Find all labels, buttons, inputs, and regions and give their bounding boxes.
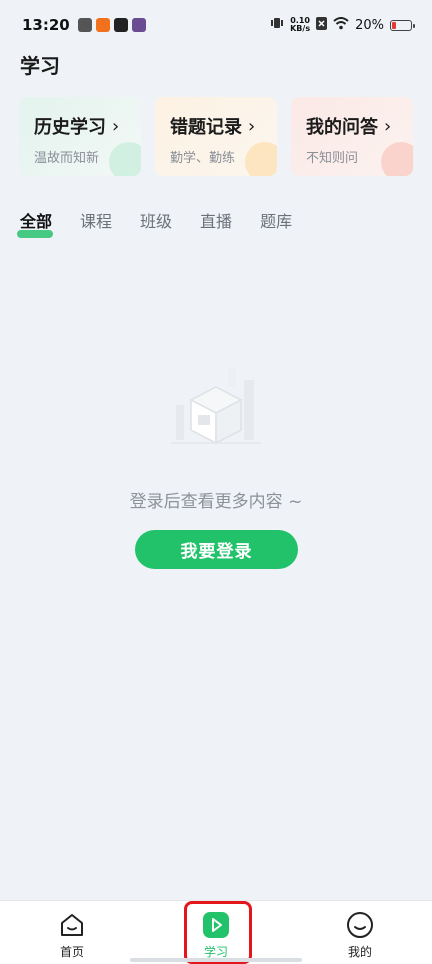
status-bar: 13:20 0.10 KB/s 20%: [0, 0, 432, 50]
play-icon: [203, 912, 229, 938]
history-study-card[interactable]: 历史学习 › 温故而知新: [19, 97, 141, 176]
status-right: 0.10 KB/s 20%: [270, 16, 415, 34]
tab-label: 课程: [80, 212, 113, 231]
status-time: 13:20: [22, 16, 70, 34]
login-button[interactable]: 我要登录: [135, 530, 298, 569]
clock-icon: [109, 142, 141, 176]
battery-percent: 20%: [355, 17, 384, 33]
app-notification-icon: [131, 18, 146, 32]
home-indicator: [130, 958, 302, 962]
shortcut-cards: 历史学习 › 温故而知新 错题记录 › 勤学、勤练 我的问答 › 不知则问: [19, 97, 432, 177]
nav-item-home[interactable]: 首页: [0, 901, 144, 964]
profile-icon: [347, 912, 373, 938]
tab-label: 全部: [20, 212, 53, 231]
page-title: 学习: [20, 54, 60, 78]
tab-question-bank[interactable]: 题库: [260, 208, 292, 234]
tab-active-indicator: [17, 230, 53, 238]
tab-label: 题库: [260, 212, 293, 231]
card-title: 错题记录 ›: [170, 113, 277, 139]
my-qa-card[interactable]: 我的问答 › 不知则问: [291, 97, 413, 176]
wrong-questions-card[interactable]: 错题记录 › 勤学、勤练: [155, 97, 277, 176]
card-title-text: 历史学习: [34, 117, 106, 138]
bottom-navigation: 首页 学习 我的: [0, 900, 432, 964]
app-notification-icon: [95, 18, 110, 32]
tab-live[interactable]: 直播: [200, 208, 232, 234]
app-notification-icon: [113, 18, 128, 32]
card-title: 历史学习 ›: [34, 113, 141, 139]
empty-state-message: 登录后查看更多内容 ~: [129, 492, 303, 512]
battery-icon: [390, 19, 415, 31]
network-speed: 0.10 KB/s: [290, 17, 310, 33]
tab-classes[interactable]: 班级: [140, 208, 172, 234]
battery-fill: [392, 21, 396, 29]
chevron-right-icon: ›: [384, 115, 392, 137]
nav-item-profile[interactable]: 我的: [288, 901, 432, 964]
wifi-icon: [333, 16, 349, 34]
vibrate-icon: [270, 16, 284, 34]
nav-item-study[interactable]: 学习: [144, 901, 288, 964]
card-title-text: 错题记录: [170, 117, 242, 138]
app-notification-icon: [77, 18, 92, 32]
net-speed-unit: KB/s: [290, 24, 311, 33]
nav-label: 我的: [347, 945, 372, 959]
tab-courses[interactable]: 课程: [80, 208, 112, 234]
tab-all[interactable]: 全部: [17, 208, 53, 238]
tab-label: 班级: [140, 212, 173, 231]
question-icon: [381, 142, 413, 176]
empty-box-icon: [171, 367, 261, 445]
card-title: 我的问答 ›: [306, 113, 413, 139]
nav-label: 首页: [59, 945, 84, 959]
content-tabs: 全部 课程 班级 直播 题库: [17, 208, 292, 238]
sim-icon: [316, 16, 328, 34]
tab-label: 直播: [200, 212, 233, 231]
home-icon: [61, 914, 83, 936]
chevron-right-icon: ›: [248, 115, 256, 137]
chevron-right-icon: ›: [112, 115, 120, 137]
notebook-icon: [245, 142, 277, 176]
card-title-text: 我的问答: [306, 117, 378, 138]
